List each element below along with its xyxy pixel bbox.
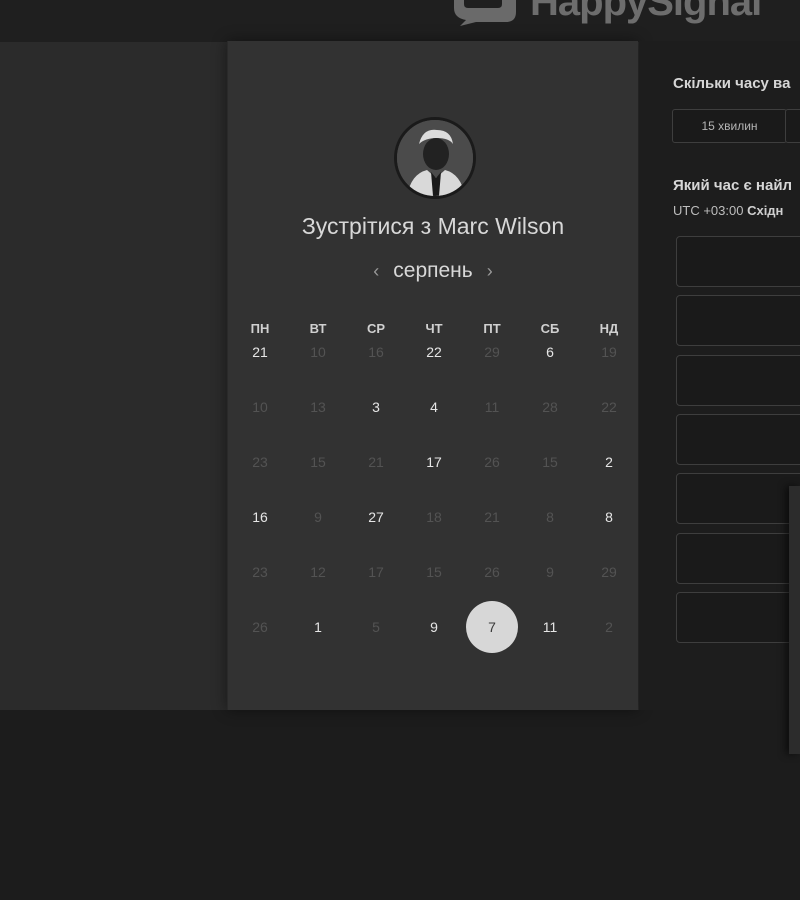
calendar-day: 26 [484, 454, 500, 470]
calendar-day[interactable]: 27 [350, 491, 402, 543]
calendar-day[interactable]: 16 [234, 491, 286, 543]
calendar-day[interactable]: 17 [408, 436, 460, 488]
page-footer-area [0, 710, 800, 900]
duration-option-button-2[interactable] [785, 109, 800, 143]
calendar-day: 26 [484, 564, 500, 580]
calendar-day: 19 [601, 344, 617, 360]
duration-question: Скільки часу ва [673, 75, 791, 92]
time-slot-button[interactable] [676, 354, 800, 406]
top-bar: HappySignal [0, 0, 800, 42]
calendar-day: 10 [252, 399, 268, 415]
time-question: Який час є найл [673, 177, 793, 194]
calendar-day: 22 [601, 399, 617, 415]
calendar-day: 15 [542, 454, 558, 470]
calendar-day: 18 [426, 509, 442, 525]
calendar-day: 29 [601, 564, 617, 580]
calendar-day[interactable]: 1 [292, 601, 344, 653]
calendar-day[interactable]: 3 [350, 381, 402, 433]
chat-bubble-logo-icon [454, 0, 516, 26]
calendar-day[interactable]: 6 [524, 326, 576, 378]
calendar-day: 29 [484, 344, 500, 360]
logo-text: HappySignal [530, 0, 762, 24]
list-fade [639, 653, 800, 710]
calendar-day-selected[interactable]: 7 [466, 601, 518, 653]
calendar-day: 16 [368, 344, 384, 360]
calendar-day: 12 [310, 564, 326, 580]
calendar-day: 9 [546, 564, 554, 580]
calendar-day: 23 [252, 454, 268, 470]
logo[interactable]: HappySignal [446, 0, 762, 26]
timezone-name: Східн [747, 203, 784, 218]
calendar-day: 15 [426, 564, 442, 580]
calendar-day: 2 [605, 619, 613, 635]
calendar-day: 21 [368, 454, 384, 470]
calendar-day[interactable]: 21 [234, 326, 286, 378]
timezone-offset: UTC +03:00 [673, 203, 744, 218]
dropdown-panel-edge [789, 486, 800, 754]
calendar-day: 26 [252, 619, 268, 635]
calendar-day: 15 [310, 454, 326, 470]
time-slot-button[interactable] [676, 473, 800, 525]
calendar-day[interactable]: 4 [408, 381, 460, 433]
calendar-day: 8 [546, 509, 554, 525]
scheduler-panel: Зустрітися з Marc Wilson ‹ серпень › ПН ВТ С… [227, 41, 638, 710]
timezone-label[interactable]: UTC +03:00 Східн [673, 203, 783, 218]
calendar-day: 11 [484, 399, 500, 415]
calendar-day: 17 [368, 564, 384, 580]
calendar-day: 23 [252, 564, 268, 580]
calendar-day[interactable]: 8 [583, 491, 635, 543]
calendar-day: 21 [484, 509, 500, 525]
booking-panel: Скільки часу ва 15 хвилин Який час є най… [639, 41, 800, 710]
duration-option-button[interactable]: 15 хвилин [672, 109, 787, 143]
calendar-grid: 21 10 16 22 29 6 19 10 13 3 4 11 28 22 23 15 21 17 26 15 2 16… [228, 41, 638, 710]
calendar-day[interactable]: 2 [583, 436, 635, 488]
time-slot-button[interactable] [676, 532, 800, 584]
calendar-day: 10 [310, 344, 326, 360]
calendar-day[interactable]: 9 [408, 601, 460, 653]
time-slot-button[interactable] [676, 413, 800, 465]
calendar-day[interactable]: 22 [408, 326, 460, 378]
calendar-day[interactable]: 11 [524, 601, 576, 653]
calendar-day: 28 [542, 399, 558, 415]
time-slot-button[interactable] [676, 591, 800, 643]
time-slot-button[interactable] [676, 236, 800, 287]
calendar-day: 9 [314, 509, 322, 525]
calendar-day: 13 [310, 399, 326, 415]
time-slot-button[interactable] [676, 295, 800, 347]
calendar-day: 5 [372, 619, 380, 635]
